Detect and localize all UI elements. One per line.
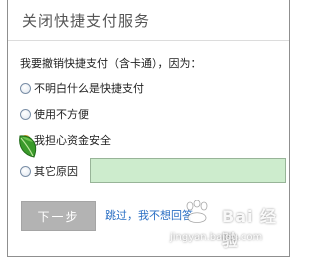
next-step-button[interactable]: 下一步 — [21, 201, 96, 231]
title-divider — [8, 40, 289, 41]
option-label: 不明白什么是快捷支付 — [34, 82, 144, 95]
dialog-title: 关闭快捷支付服务 — [22, 12, 151, 30]
leaf-cursor-icon — [19, 135, 37, 158]
watermark-brand: Bai 经验 — [222, 207, 278, 250]
option-not-understand[interactable]: 不明白什么是快捷支付 — [20, 80, 144, 96]
option-label: 我担心资金安全 — [34, 134, 111, 147]
option-label: 其它原因 — [34, 165, 78, 178]
option-other-reason[interactable]: 其它原因 — [20, 163, 78, 179]
radio-not-understand[interactable] — [20, 82, 31, 94]
option-inconvenient[interactable]: 使用不方便 — [20, 106, 89, 122]
paw-logo-icon — [186, 200, 208, 223]
radio-other-reason[interactable] — [20, 165, 31, 177]
other-reason-input[interactable] — [90, 158, 286, 183]
question-label: 我要撤销快捷支付（含卡通），因为： — [20, 57, 202, 70]
radio-inconvenient[interactable] — [20, 108, 31, 120]
watermark: Bai 经验 jingyan.baidu.com — [170, 200, 288, 256]
watermark-url: jingyan.baidu.com — [170, 232, 263, 243]
option-label: 使用不方便 — [34, 108, 89, 121]
